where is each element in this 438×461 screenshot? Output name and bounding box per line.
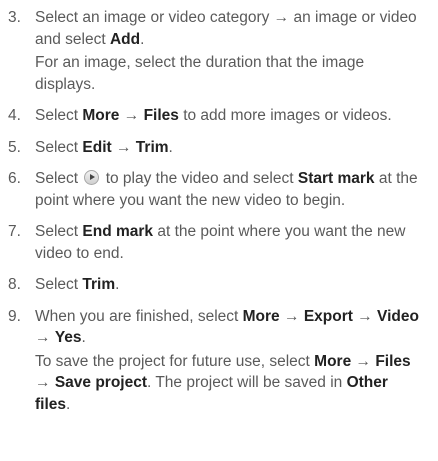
step-text: → xyxy=(279,307,304,325)
step-text: → xyxy=(35,329,55,346)
step-text: . xyxy=(115,276,120,293)
step-item: 6. Select to play the video and select St… xyxy=(6,168,424,211)
step-body: Select Trim. xyxy=(35,274,424,296)
step-number: 9. xyxy=(8,307,21,325)
play-icon xyxy=(84,170,100,185)
step-number: 8. xyxy=(8,276,21,293)
ui-term: Video xyxy=(377,307,419,325)
ui-term: More xyxy=(242,307,280,325)
step-text: to play the video and select xyxy=(101,170,298,187)
step-paragraph: Select an image or video category → an i… xyxy=(35,7,424,50)
instruction-steps: 3. Select an image or video category → an… xyxy=(6,7,424,415)
step-text: Select xyxy=(35,276,83,293)
ui-term: Files xyxy=(143,107,179,124)
ui-term: Start mark xyxy=(297,170,375,187)
step-text: . xyxy=(66,395,71,413)
ui-term: Export xyxy=(303,307,353,325)
step-body: Select More → Files to add more images o… xyxy=(35,105,424,127)
step-item: 9. When you are finished, select More → E… xyxy=(6,306,424,416)
step-paragraph: Select Trim. xyxy=(35,274,424,296)
step-number: 6. xyxy=(8,170,21,187)
step-body: Select to play the video and select Star… xyxy=(35,168,424,211)
step-text: to add more images or videos. xyxy=(178,107,392,124)
step-text: Select xyxy=(35,138,83,156)
step-item: 4. Select More → Files to add more images… xyxy=(6,105,424,127)
step-body: Select End mark at the point where you w… xyxy=(35,221,424,264)
step-text: → xyxy=(119,107,144,124)
ui-term: More xyxy=(82,107,120,124)
ui-term: End mark xyxy=(82,223,154,240)
step-paragraph: Select to play the video and select Star… xyxy=(35,168,424,211)
step-item: 7. Select End mark at the point where you… xyxy=(6,221,424,264)
ui-term: Edit xyxy=(82,138,112,156)
step-text: → xyxy=(111,138,136,156)
step-text: Select xyxy=(35,107,83,124)
step-text: . xyxy=(140,30,145,48)
ui-term: More xyxy=(314,352,352,370)
step-number: 5. xyxy=(8,138,21,156)
ui-term: Yes xyxy=(54,329,82,346)
step-item: 3. Select an image or video category → an… xyxy=(6,7,424,95)
step-paragraph: To save the project for future use, sele… xyxy=(35,351,424,416)
step-number: 7. xyxy=(8,223,21,240)
step-item: 8. Select Trim. xyxy=(6,274,424,296)
step-body: Select Edit → Trim. xyxy=(35,137,424,159)
step-body: Select an image or video category → an i… xyxy=(35,7,424,95)
step-number: 4. xyxy=(8,107,21,124)
step-text: . xyxy=(81,329,86,346)
step-text: Select xyxy=(35,170,83,187)
ui-term: Add xyxy=(109,30,141,48)
manual-page: 3. Select an image or video category → an… xyxy=(0,0,438,461)
step-text: → xyxy=(35,374,55,391)
step-body: When you are finished, select More → Exp… xyxy=(35,306,424,416)
ui-term: Save project xyxy=(54,374,147,391)
step-text: → xyxy=(352,307,378,325)
step-text: . xyxy=(168,138,173,156)
ui-term: Trim xyxy=(82,276,116,293)
step-text: Select an image or video category → an i… xyxy=(35,9,417,48)
step-text: → xyxy=(351,352,376,370)
step-paragraph: For an image, select the duration that t… xyxy=(35,52,424,95)
step-text: . The project will be saved in xyxy=(147,374,347,391)
step-paragraph: Select More → Files to add more images o… xyxy=(35,105,424,127)
ui-term: Files xyxy=(375,352,411,370)
step-number: 3. xyxy=(8,9,21,26)
step-text: When you are finished, select xyxy=(35,307,243,325)
step-paragraph: Select End mark at the point where you w… xyxy=(35,221,424,264)
step-paragraph: When you are finished, select More → Exp… xyxy=(35,306,424,349)
step-text: For an image, select the duration that t… xyxy=(35,54,365,93)
step-item: 5. Select Edit → Trim. xyxy=(6,137,424,159)
ui-term: Trim xyxy=(135,138,169,156)
step-text: To save the project for future use, sele… xyxy=(35,352,315,370)
step-paragraph: Select Edit → Trim. xyxy=(35,137,424,159)
step-text: Select xyxy=(35,223,83,240)
